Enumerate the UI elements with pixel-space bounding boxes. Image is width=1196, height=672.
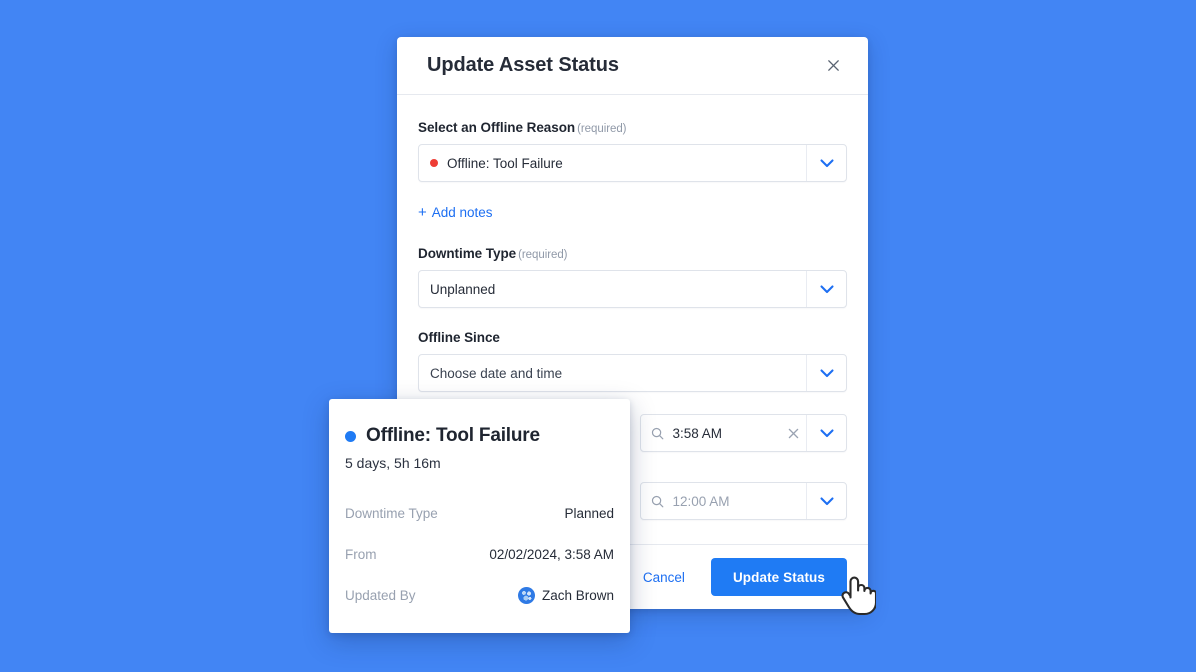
modal-header: Update Asset Status (397, 37, 868, 95)
downtime-type-label-text: Downtime Type (418, 246, 517, 261)
offline-reason-value: Offline: Tool Failure (447, 155, 563, 171)
add-notes-button[interactable]: + Add notes (418, 205, 493, 220)
offline-reason-value-wrap: Offline: Tool Failure (430, 156, 806, 171)
downtime-type-label: Downtime Type (required) (418, 246, 847, 261)
update-status-button[interactable]: Update Status (710, 558, 847, 596)
cancel-button[interactable]: Cancel (629, 560, 699, 595)
popover-duration: 5 days, 5h 16m (345, 455, 441, 471)
offline-reason-required-tag: (required) (577, 123, 627, 135)
offline-reason-chevron-down-icon[interactable] (806, 145, 846, 181)
time-end-chevron-down-icon[interactable] (806, 483, 846, 519)
time-end-input[interactable]: 12:00 AM (640, 482, 847, 520)
status-dot (345, 430, 356, 442)
detail-key: Updated By (345, 588, 416, 603)
time-start-field: 3:58 AM (640, 414, 847, 452)
offline-since-date-select[interactable]: Choose date and time (418, 354, 847, 392)
detail-value-user: Zach Brown (517, 587, 614, 604)
list-item: Downtime Type Planned (345, 493, 614, 534)
downtime-type-select[interactable]: Unplanned (418, 270, 847, 308)
detail-key: Downtime Type (345, 506, 438, 521)
search-icon (651, 427, 664, 440)
offline-since-chevron-down-icon[interactable] (806, 355, 846, 391)
status-dot (430, 159, 438, 167)
page-title: Update Asset Status (427, 54, 619, 76)
popover-title: Offline: Tool Failure (366, 425, 540, 446)
downtime-type-required-tag: (required) (518, 249, 568, 261)
offline-since-value: Choose date and time (430, 365, 563, 381)
offline-since-label: Offline Since (418, 330, 500, 345)
offline-reason-select[interactable]: Offline: Tool Failure (418, 144, 847, 182)
asset-status-popover: Offline: Tool Failure 5 days, 5h 16m Dow… (329, 399, 630, 633)
popover-title-row: Offline: Tool Failure (345, 425, 614, 447)
time-start-chevron-down-icon[interactable] (806, 415, 846, 451)
offline-reason-label-text: Select an Offline Reason (418, 120, 576, 135)
close-icon[interactable] (820, 53, 846, 79)
detail-value: Zach Brown (541, 588, 614, 603)
detail-value: 02/02/2024, 3:58 AM (489, 547, 614, 562)
field-downtime-type: Downtime Type (required) Unplanned (418, 246, 847, 308)
list-item: From 02/02/2024, 3:58 AM (345, 534, 614, 575)
field-offline-since: Offline Since Choose date and time (418, 330, 847, 392)
clear-x-icon[interactable] (780, 428, 806, 439)
popover-detail-list: Downtime Type Planned From 02/02/2024, 3… (345, 493, 614, 616)
list-item: Updated By Zach Brown (345, 575, 614, 616)
offline-reason-label: Select an Offline Reason (required) (418, 120, 847, 135)
add-notes-label: Add notes (431, 205, 493, 220)
avatar (517, 587, 535, 604)
plus-icon: + (418, 204, 427, 221)
downtime-type-chevron-down-icon[interactable] (806, 271, 846, 307)
time-start-value: 3:58 AM (672, 425, 722, 441)
detail-value: Planned (564, 506, 614, 521)
downtime-type-value: Unplanned (430, 281, 496, 297)
field-offline-reason: Select an Offline Reason (required) Offli… (418, 120, 847, 182)
time-end-placeholder: 12:00 AM (672, 493, 730, 509)
search-icon (651, 495, 664, 508)
detail-key: From (345, 547, 377, 562)
time-end-field: 12:00 AM (640, 482, 847, 520)
time-start-input[interactable]: 3:58 AM (640, 414, 847, 452)
